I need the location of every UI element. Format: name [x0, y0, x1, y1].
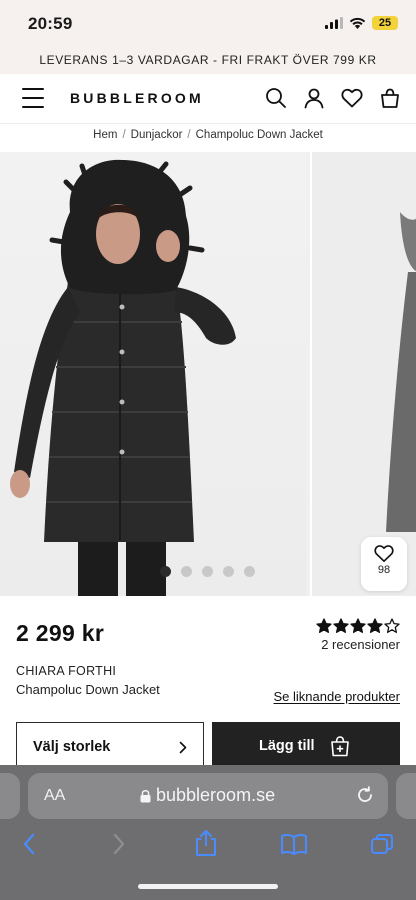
breadcrumb-current[interactable]: Champoluc Down Jacket — [196, 129, 323, 141]
breadcrumb-separator: / — [122, 129, 126, 141]
back-icon[interactable] — [22, 833, 36, 855]
pagination-dot[interactable] — [181, 566, 192, 577]
menu-icon[interactable] — [22, 88, 44, 108]
reload-icon[interactable] — [356, 786, 374, 804]
heart-icon[interactable] — [340, 86, 364, 110]
product-image[interactable] — [0, 152, 306, 596]
add-to-cart-label: Lägg till — [259, 738, 315, 754]
reader-settings-button[interactable]: AA — [44, 787, 65, 805]
product-name: Champoluc Down Jacket — [16, 682, 160, 697]
star-icon — [367, 618, 383, 633]
next-tab-pill[interactable] — [396, 773, 416, 819]
similar-products-link[interactable]: Se liknande produkter — [274, 689, 400, 704]
wifi-icon — [349, 17, 366, 29]
bag-plus-icon — [331, 736, 349, 757]
breadcrumb-category[interactable]: Dunjackor — [131, 129, 183, 141]
rating-stars — [316, 618, 400, 634]
promo-banner: LEVERANS 1–3 VARDAGAR - FRI FRAKT ÖVER 7… — [0, 46, 416, 74]
breadcrumb-home[interactable]: Hem — [93, 129, 117, 141]
pagination-dot[interactable] — [202, 566, 213, 577]
previous-tab-pill[interactable] — [0, 773, 20, 819]
star-icon — [333, 618, 349, 633]
product-photo-illustration — [10, 159, 236, 596]
status-time: 20:59 — [28, 14, 73, 33]
header-actions — [264, 86, 402, 110]
gallery-pagination — [160, 566, 255, 577]
address-bar[interactable]: AA bubbleroom.se — [28, 773, 388, 819]
url-text: bubbleroom.se — [156, 785, 276, 805]
breadcrumb-separator: / — [187, 129, 191, 141]
pagination-dot[interactable] — [223, 566, 234, 577]
size-select-label: Välj storlek — [33, 739, 111, 755]
product-price: 2 299 kr — [16, 620, 105, 646]
product-rating[interactable]: 2 recensioner — [316, 618, 400, 652]
status-bar: 20:59 25 — [0, 0, 416, 46]
url-display[interactable]: bubbleroom.se — [140, 785, 275, 806]
star-icon — [316, 618, 332, 633]
breadcrumb: Hem / Dunjackor / Champoluc Down Jacket — [0, 124, 416, 152]
brand-logo[interactable]: BUBBLEROOM — [70, 90, 204, 106]
star-icon — [384, 618, 400, 633]
star-icon — [350, 618, 366, 633]
chevron-right-icon — [179, 741, 187, 754]
pagination-dot[interactable] — [160, 566, 171, 577]
bag-icon[interactable] — [378, 86, 402, 110]
home-indicator — [138, 884, 278, 889]
browser-toolbar — [0, 829, 416, 867]
browser-bar: AA bubbleroom.se — [0, 765, 416, 900]
search-icon[interactable] — [264, 86, 288, 110]
next-photo-illustration — [386, 212, 416, 532]
account-icon[interactable] — [302, 86, 326, 110]
site-header: BUBBLEROOM — [0, 74, 416, 124]
wishlist-count: 98 — [377, 564, 391, 576]
product-brand[interactable]: CHIARA FORTHI — [16, 664, 116, 678]
battery-indicator: 25 — [372, 16, 398, 30]
wishlist-button[interactable]: 98 — [361, 537, 407, 591]
heart-icon — [374, 545, 394, 562]
lock-icon — [140, 789, 151, 802]
next-product-image[interactable] — [310, 152, 416, 596]
share-icon[interactable] — [194, 829, 218, 857]
forward-icon[interactable] — [112, 833, 126, 855]
review-count[interactable]: 2 recensioner — [316, 637, 400, 652]
tabs-icon[interactable] — [370, 833, 394, 855]
pagination-dot[interactable] — [244, 566, 255, 577]
bookmarks-icon[interactable] — [280, 833, 308, 855]
status-indicators: 25 — [325, 16, 398, 30]
product-gallery[interactable] — [0, 152, 416, 596]
signal-icon — [325, 17, 343, 29]
